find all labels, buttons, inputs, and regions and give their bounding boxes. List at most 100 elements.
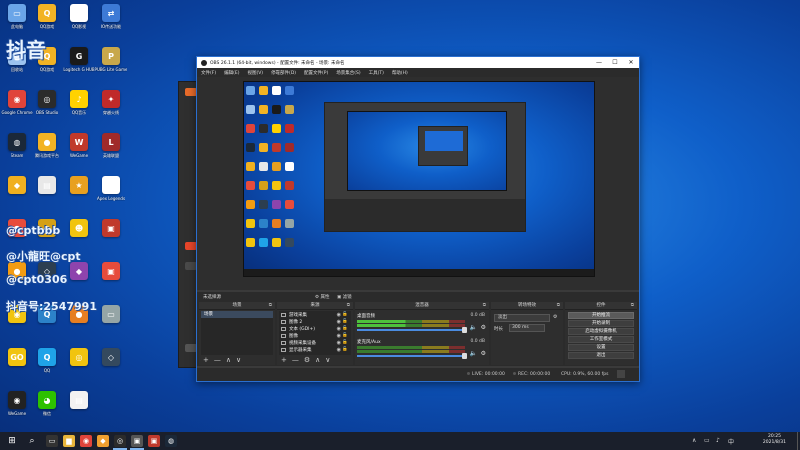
ime-icon[interactable]: 中 [728,437,734,446]
dock-float-icon[interactable]: ⧉ [557,302,560,310]
dock-float-icon[interactable]: ⧉ [631,302,634,310]
menu-file[interactable]: 文件(F) [201,70,216,76]
taskbar-app-icon[interactable]: ▣ [148,435,160,447]
lock-icon[interactable]: 🔓 [342,319,348,324]
desktop-icon[interactable]: ⇄ IO传送功能 [96,4,126,29]
add-source-button[interactable]: + [281,355,287,365]
obs-window[interactable]: OBS 26.1.1 (64-bit, windows) - 配置文件: 未命名… [196,56,640,382]
desktop-icon[interactable]: P PUBG Lite Game [95,47,127,72]
taskbar-app-icon[interactable]: ◉ [80,435,92,447]
title-bar[interactable]: OBS 26.1.1 (64-bit, windows) - 配置文件: 未命名… [197,57,639,68]
menu-help[interactable]: 帮助(H) [392,70,408,76]
desktop-icon[interactable]: ▣ [96,219,126,239]
add-scene-button[interactable]: + [203,355,209,365]
desktop-icon[interactable]: ▭ 此电脑 [2,4,32,29]
network-icon[interactable]: ▭ [704,437,710,444]
preview-canvas[interactable] [243,81,595,277]
menu-view[interactable]: 视图(V) [247,70,263,76]
desktop-icon[interactable]: ◎ [64,348,94,368]
source-item[interactable]: 游戏采集 ◉ 🔓 [279,311,351,318]
taskbar-app-icon[interactable]: ▣ [131,435,143,447]
visibility-eye-icon[interactable]: ◉ [337,333,341,339]
visibility-eye-icon[interactable]: ◉ [337,319,341,325]
source-settings-button[interactable]: ⚙ [304,355,310,365]
visibility-eye-icon[interactable]: ◉ [337,326,341,332]
start-recording-button[interactable]: 开始录制 [568,320,634,327]
desktop-icon[interactable]: ◆ [64,262,94,282]
source-item[interactable]: 显示器采集 ◉ 🔓 [279,346,351,353]
desktop-icon[interactable]: ▤ [64,391,94,411]
preview-area[interactable] [197,77,639,290]
desktop-icon[interactable]: ● 腾讯游戏平台 [32,133,62,158]
desktop-icon[interactable]: ◆ [2,176,32,196]
desktop-icon[interactable]: ☻ [64,219,94,239]
desktop-icon[interactable]: ✦ 穿越火线 [96,90,126,115]
duration-input[interactable]: 300 ms [509,324,545,332]
desktop-icon[interactable]: ★ [64,176,94,196]
studio-mode-button[interactable]: 工作室模式 [568,336,634,343]
resize-grip-icon[interactable] [617,370,625,378]
transition-select[interactable]: 淡出 [494,314,550,322]
volume-slider-handle[interactable] [462,353,467,359]
close-button[interactable]: ✕ [623,57,639,68]
visibility-eye-icon[interactable]: ◉ [337,347,341,353]
desktop-icon[interactable]: ◉ Google Chrome [1,90,33,115]
desktop-icon[interactable]: W WeGame [64,133,94,158]
menu-scene-collection[interactable]: 场景集合(S) [336,70,360,76]
desktop-icon[interactable]: ♪ QQ音乐 [64,90,94,115]
menu-edit[interactable]: 编辑(E) [224,70,239,76]
remove-source-button[interactable]: — [292,355,299,365]
menu-tools[interactable]: 工具(T) [369,70,384,76]
start-button[interactable]: ⊞ [6,435,18,447]
search-icon[interactable]: ⌕ [26,435,38,447]
clock[interactable]: 20:25 2021/8/31 [763,434,786,446]
source-down-button[interactable]: ∨ [325,355,330,365]
maximize-button[interactable]: ☐ [607,57,623,68]
visibility-eye-icon[interactable]: ◉ [337,312,341,318]
source-item[interactable]: 图像 ◉ 🔓 [279,332,351,339]
desktop-icon[interactable]: GO [2,348,32,368]
lock-icon[interactable]: 🔓 [342,340,348,345]
gear-icon[interactable]: ⚙ [481,324,486,331]
lock-icon[interactable]: 🔓 [342,347,348,352]
desktop-icon[interactable]: G Logitech G HUB [63,47,95,72]
desktop-icon[interactable]: ▶ QQ影视 [64,4,94,29]
menu-docks[interactable]: 停靠部件(D) [271,70,296,76]
volume-slider[interactable] [357,353,467,359]
taskbar-app-icon[interactable]: ◍ [165,435,177,447]
start-virtual-camera-button[interactable]: 启动虚拟摄像机 [568,328,634,335]
speaker-icon[interactable]: 🔈 [470,324,477,331]
volume-slider-handle[interactable] [462,327,467,333]
desktop-icon[interactable]: ▭ [96,305,126,325]
desktop-icon[interactable]: L 英雄联盟 [96,133,126,158]
desktop-icon[interactable]: Q QQ [32,348,62,373]
scene-item[interactable]: 场景 [201,311,273,318]
volume-icon[interactable]: ♪ [716,437,720,444]
remove-scene-button[interactable]: — [214,355,221,365]
lock-icon[interactable]: 🔓 [342,312,348,317]
desktop-icon[interactable]: ◍ Steam [2,133,32,158]
desktop-icon[interactable]: ▲ Apex Legends [96,176,126,201]
scene-up-button[interactable]: ∧ [226,355,231,365]
desktop-icon[interactable]: ◉ WeGame [2,391,32,416]
dock-float-icon[interactable]: ⧉ [483,302,486,310]
desktop-icon[interactable]: ▤ [32,176,62,196]
desktop-icon[interactable]: ▣ [96,262,126,282]
visibility-eye-icon[interactable]: ◉ [337,340,341,346]
exit-button[interactable]: 退出 [568,352,634,359]
transition-settings-icon[interactable]: ⚙ [553,314,557,320]
start-streaming-button[interactable]: 开始推流 [568,312,634,319]
dock-float-icon[interactable]: ⧉ [347,302,350,310]
tray-expand-icon[interactable]: ∧ [692,437,696,444]
desktop-icon[interactable]: Q QQ游戏 [32,4,62,29]
source-item[interactable]: 视频采集设备 ◉ 🔓 [279,339,351,346]
filters-button[interactable]: ▣ 滤镜 [337,294,352,300]
taskbar-app-icon[interactable]: ▆ [63,435,75,447]
desktop-icon[interactable]: ◕ 微信 [32,391,62,416]
lock-icon[interactable]: 🔓 [342,333,348,338]
desktop-icon[interactable]: ◇ [96,348,126,368]
speaker-icon[interactable]: 🔈 [470,350,477,357]
menu-profile[interactable]: 配置文件(P) [304,70,328,76]
source-item[interactable]: 文本 (GDI+) ◉ 🔓 [279,325,351,332]
scene-down-button[interactable]: ∨ [236,355,241,365]
